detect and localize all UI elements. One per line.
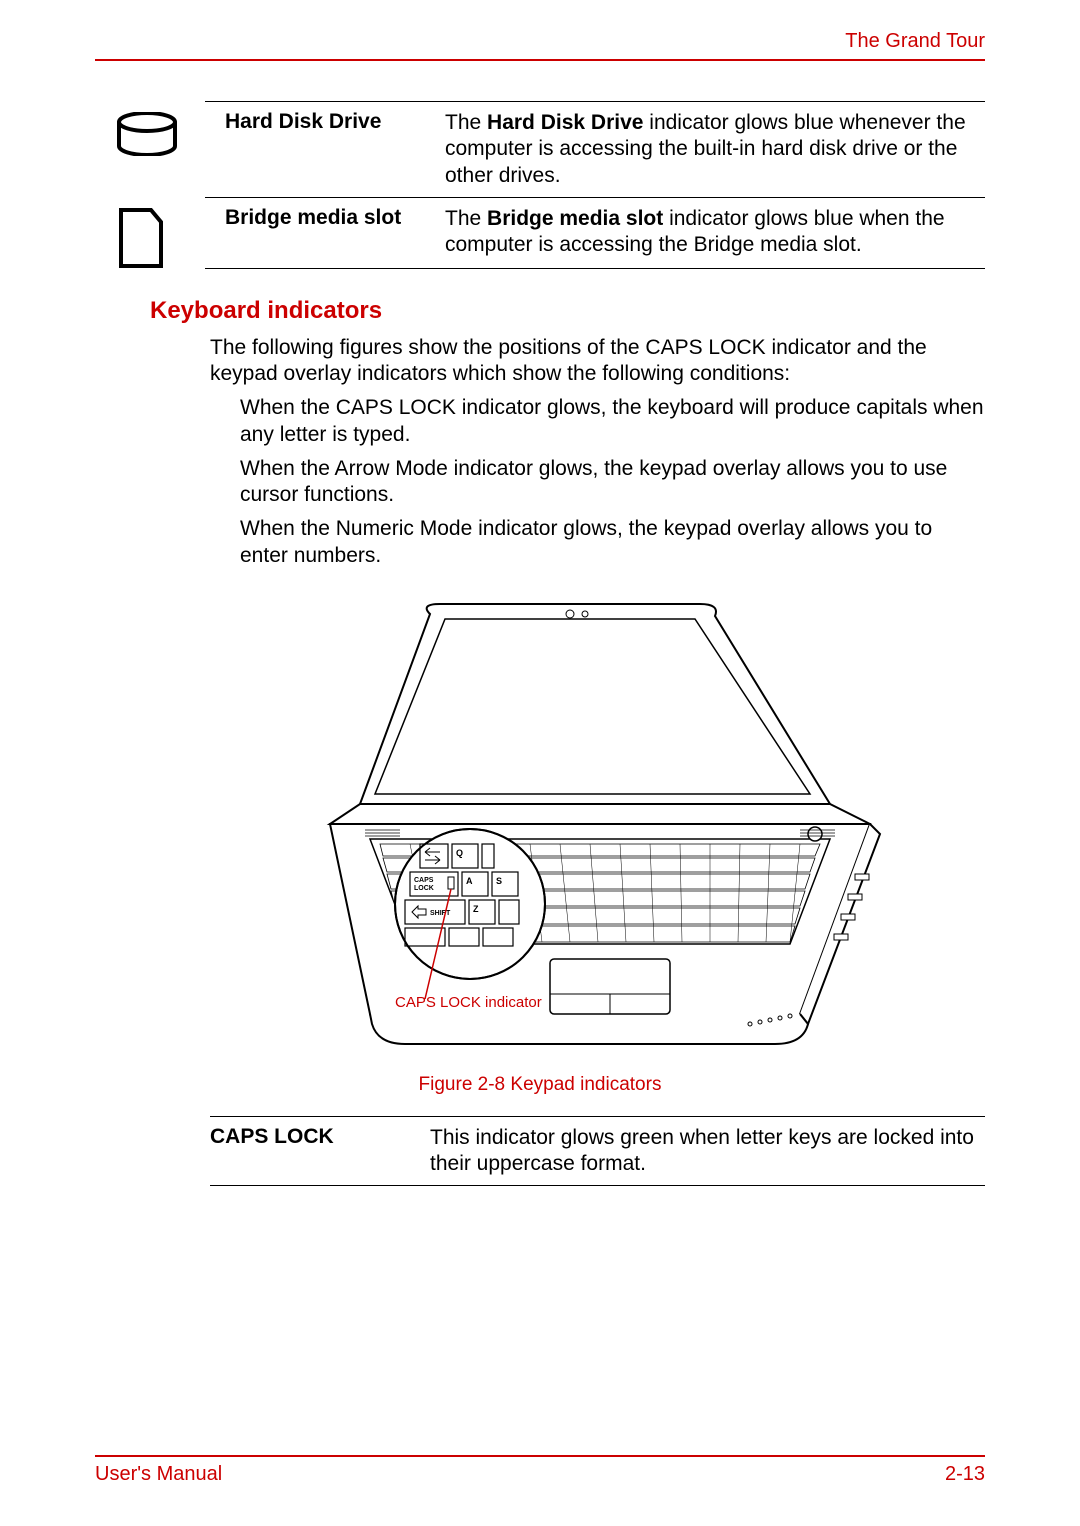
- hdd-label: Hard Disk Drive: [225, 102, 445, 134]
- caps-lock-label: CAPS LOCK: [210, 1117, 430, 1186]
- key-shift-label: SHIFT: [430, 910, 451, 917]
- hdd-icon: [95, 102, 225, 156]
- svg-text:LOCK: LOCK: [414, 885, 434, 892]
- text-bold: Bridge media slot: [487, 207, 663, 230]
- table-rule: [205, 268, 985, 269]
- bms-label: Bridge media slot: [225, 198, 445, 230]
- text: The: [445, 207, 487, 230]
- laptop-illustration: Q CAPS LOCK A S SHIFT Z: [270, 594, 920, 1054]
- indicator-row-hdd: Hard Disk Drive The Hard Disk Drive indi…: [95, 102, 985, 197]
- page-footer: User's Manual 2-13: [95, 1455, 985, 1486]
- indicator-table: Hard Disk Drive The Hard Disk Drive indi…: [95, 101, 985, 269]
- bridge-media-icon: [95, 198, 225, 268]
- key-s-label: S: [496, 876, 502, 886]
- header-rule: [95, 59, 985, 61]
- figure-keypad-indicators: Q CAPS LOCK A S SHIFT Z: [210, 594, 985, 1074]
- footer-rule: [95, 1455, 985, 1457]
- bms-description: The Bridge media slot indicator glows bl…: [445, 198, 985, 267]
- chapter-title: The Grand Tour: [95, 30, 985, 53]
- caps-lock-row: CAPS LOCK This indicator glows green whe…: [210, 1117, 985, 1186]
- key-z-label: Z: [473, 904, 479, 914]
- intro-paragraph: The following figures show the positions…: [210, 335, 985, 388]
- indicator-row-bms: Bridge media slot The Bridge media slot …: [95, 198, 985, 268]
- key-q-label: Q: [456, 848, 463, 858]
- key-a-label: A: [466, 876, 473, 886]
- bullet-numeric-mode: When the Numeric Mode indicator glows, t…: [240, 516, 985, 569]
- table-rule: [210, 1185, 985, 1186]
- footer-page-number: 2-13: [945, 1463, 985, 1486]
- hdd-description: The Hard Disk Drive indicator glows blue…: [445, 102, 985, 197]
- caps-lock-callout: CAPS LOCK indicator: [395, 994, 542, 1011]
- figure-caption: Figure 2-8 Keypad indicators: [95, 1074, 985, 1096]
- bullet-arrow-mode: When the Arrow Mode indicator glows, the…: [240, 456, 985, 509]
- manual-page: The Grand Tour Hard Disk Drive The Hard …: [0, 0, 1080, 1526]
- footer-left: User's Manual: [95, 1463, 222, 1486]
- text: The: [445, 111, 487, 134]
- text-bold: Hard Disk Drive: [487, 111, 643, 134]
- bullet-caps-lock: When the CAPS LOCK indicator glows, the …: [240, 395, 985, 448]
- section-heading-keyboard-indicators: Keyboard indicators: [150, 297, 985, 325]
- key-caps-label: CAPS: [414, 877, 434, 884]
- caps-lock-desc: This indicator glows green when letter k…: [430, 1117, 985, 1186]
